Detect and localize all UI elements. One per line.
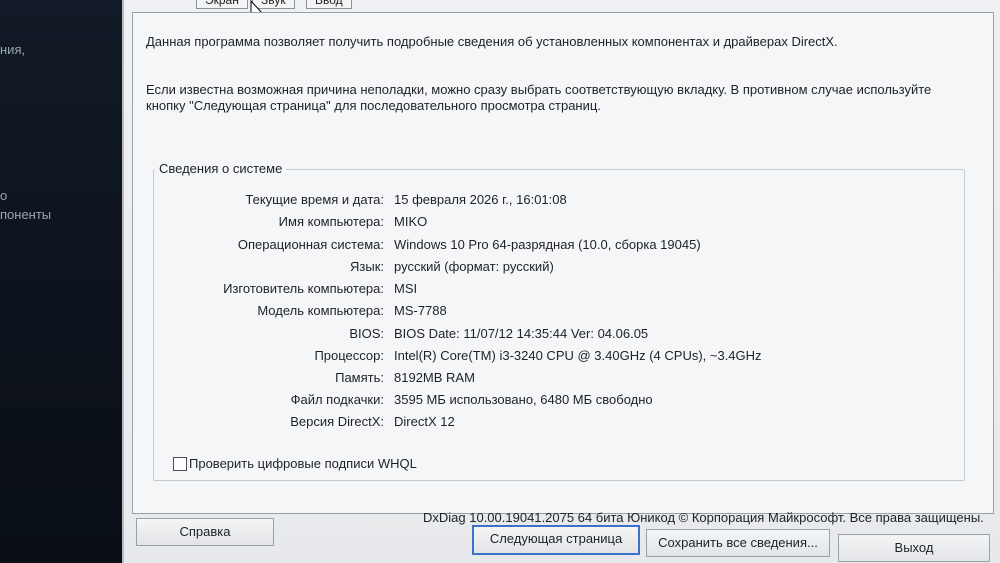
info-label: Модель компьютера: <box>257 303 384 318</box>
version-copyright: DxDiag 10.00.19041.2075 64 бита Юникод ©… <box>423 510 984 525</box>
info-label: Процессор: <box>314 348 384 363</box>
info-label: Версия DirectX: <box>290 414 384 429</box>
dxdiag-window: Экран Звук Ввод Данная программа позволя… <box>122 0 1000 563</box>
desktop-text-fragment: поненты <box>0 207 52 222</box>
desktop-text-fragment: ния, <box>0 42 26 57</box>
info-row: Модель компьютера: MS-7788 <box>154 303 954 323</box>
info-value: MS-7788 <box>394 303 447 318</box>
info-row: Имя компьютера: MIKO <box>154 214 954 234</box>
info-value: MSI <box>394 281 418 296</box>
info-value: 8192MB RAM <box>394 370 475 385</box>
desktop-background: ния, о поненты <box>0 0 122 563</box>
info-label: Текущие время и дата: <box>245 192 384 207</box>
info-label: Язык: <box>350 259 384 274</box>
info-value: 3595 МБ использовано, 6480 МБ свободно <box>394 392 653 407</box>
desktop-text-fragment: о <box>0 188 8 203</box>
help-button[interactable]: Справка <box>136 518 274 546</box>
tab-display[interactable]: Экран <box>196 0 248 9</box>
info-value: MIKO <box>394 214 428 229</box>
intro-text: Если известна возможная причина неполадк… <box>146 82 932 97</box>
info-label: Операционная система: <box>237 237 384 252</box>
whql-checkbox-label[interactable]: Проверить цифровые подписи WHQL <box>189 456 417 471</box>
info-label: Имя компьютера: <box>278 214 384 229</box>
info-row: Процессор: Intel(R) Core(TM) i3-3240 CPU… <box>154 348 954 368</box>
info-row: Язык: русский (формат: русский) <box>154 259 954 279</box>
system-info-group: Текущие время и дата: 15 февраля 2026 г.… <box>153 169 965 481</box>
system-info-title: Сведения о системе <box>155 161 287 176</box>
whql-checkbox[interactable] <box>173 457 187 471</box>
info-label: Память: <box>335 370 384 385</box>
info-row: Операционная система: Windows 10 Pro 64-… <box>154 237 954 257</box>
info-row: Изготовитель компьютера: MSI <box>154 281 954 301</box>
exit-button[interactable]: Выход <box>838 534 990 562</box>
info-row: Файл подкачки: 3595 МБ использовано, 648… <box>154 392 954 412</box>
info-value: Intel(R) Core(TM) i3-3240 CPU @ 3.40GHz … <box>394 348 762 363</box>
info-label: Изготовитель компьютера: <box>223 281 384 296</box>
info-row: BIOS: BIOS Date: 11/07/12 14:35:44 Ver: … <box>154 326 954 346</box>
info-value: 15 февраля 2026 г., 16:01:08 <box>394 192 567 207</box>
info-value: BIOS Date: 11/07/12 14:35:44 Ver: 04.06.… <box>394 326 649 341</box>
tab-input[interactable]: Ввод <box>306 0 352 9</box>
info-label: BIOS: <box>349 326 384 341</box>
info-label: Файл подкачки: <box>290 392 384 407</box>
next-page-button[interactable]: Следующая страница <box>472 525 640 555</box>
intro-text: Данная программа позволяет получить подр… <box>146 34 838 49</box>
info-value: DirectX 12 <box>394 414 455 429</box>
info-value: русский (формат: русский) <box>394 259 554 274</box>
intro-text: кнопку "Следующая страница" для последов… <box>146 98 601 113</box>
info-row: Память: 8192MB RAM <box>154 370 954 390</box>
info-row: Текущие время и дата: 15 февраля 2026 г.… <box>154 192 954 212</box>
system-tab-panel: Данная программа позволяет получить подр… <box>132 12 994 525</box>
info-value: Windows 10 Pro 64-разрядная (10.0, сборк… <box>394 237 701 252</box>
save-all-info-button[interactable]: Сохранить все сведения... <box>646 529 830 557</box>
info-row: Версия DirectX: DirectX 12 <box>154 414 954 434</box>
